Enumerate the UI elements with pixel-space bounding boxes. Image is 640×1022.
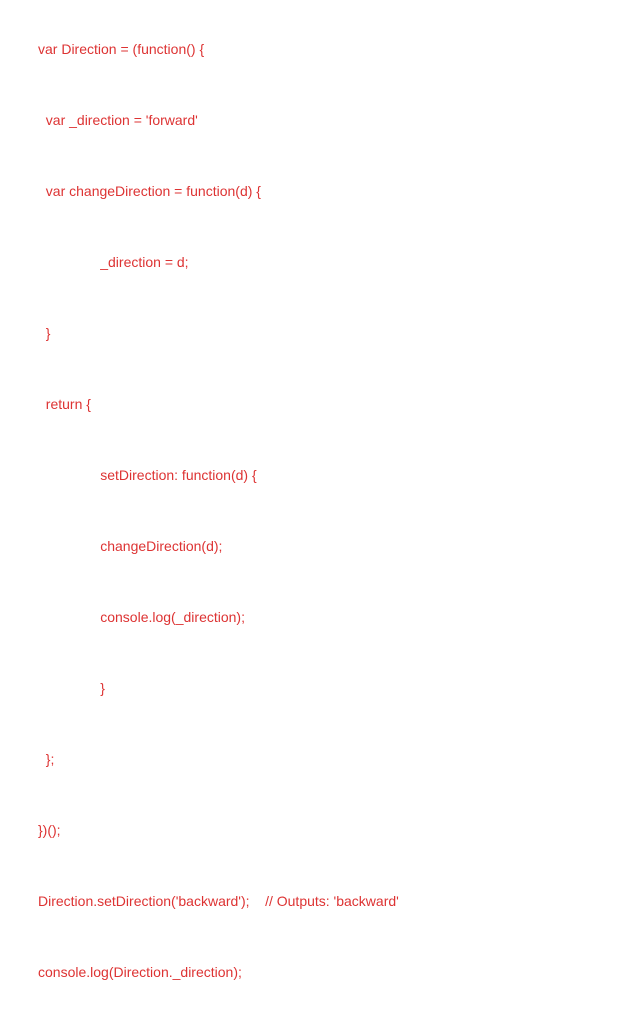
code-line: console.log(Direction._direction); <box>38 965 399 1008</box>
code-line: setDirection: function(d) { <box>38 468 399 511</box>
code-line: console.log(_direction); <box>38 610 399 653</box>
code-line: changeDirection(d); <box>38 539 399 582</box>
code-line: var _direction = 'forward' <box>38 113 399 156</box>
code-line: Direction.setDirection('backward'); // O… <box>38 894 399 937</box>
code-line: var changeDirection = function(d) { <box>38 184 399 227</box>
code-line: _direction = d; <box>38 255 399 298</box>
code-line: }; <box>38 752 399 795</box>
code-snippet: var Direction = (function() { var _direc… <box>38 14 399 1022</box>
code-line: } <box>38 326 399 369</box>
code-line: return { <box>38 397 399 440</box>
code-line: })(); <box>38 823 399 866</box>
code-line: } <box>38 681 399 724</box>
code-line: var Direction = (function() { <box>38 42 399 85</box>
